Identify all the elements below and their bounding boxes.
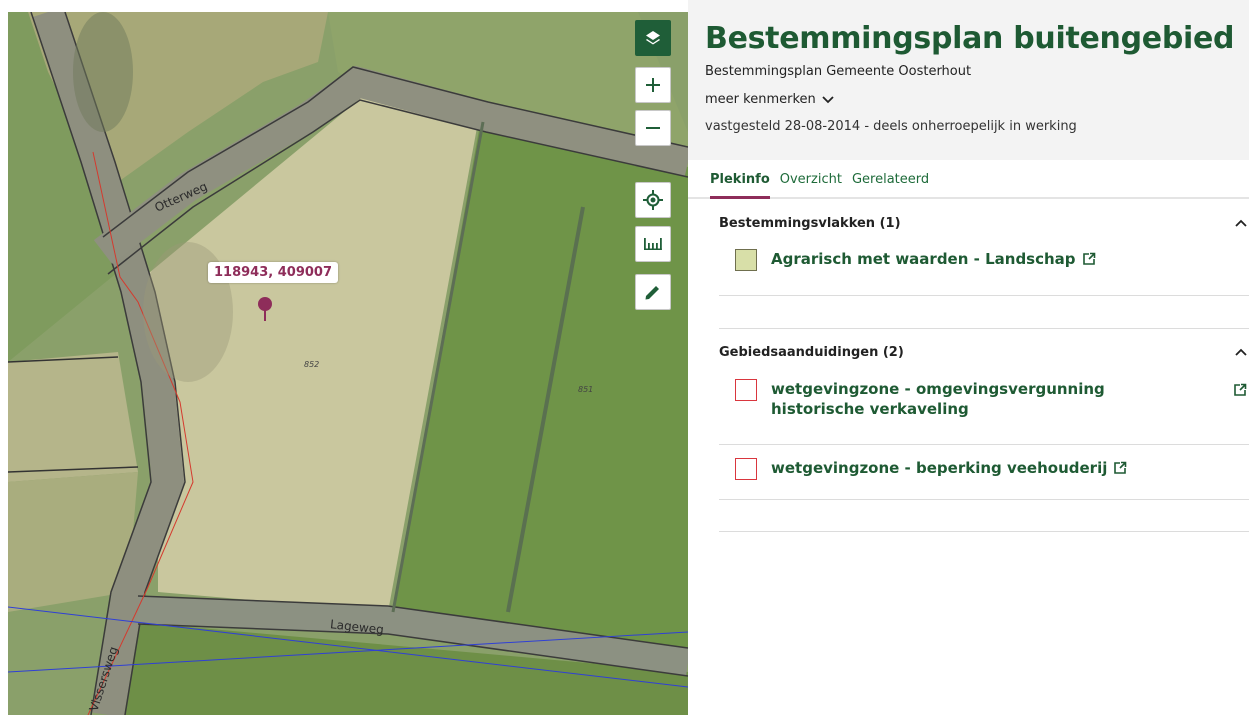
tab-overzicht[interactable]: Overzicht [780, 171, 842, 197]
item-label: wetgevingzone - omgevingsvergunning hist… [771, 380, 1105, 418]
layers-button[interactable] [635, 20, 671, 56]
item-label: wetgevingzone - beperking veehouderij [771, 459, 1108, 477]
section-gebiedsaanduidingen: Gebiedsaanduidingen (2) wetgevingzone - … [719, 337, 1249, 500]
chevron-up-icon [1235, 219, 1247, 227]
zoom-in-button[interactable] [635, 67, 671, 103]
zoom-in-icon [646, 78, 660, 92]
zoom-out-button[interactable] [635, 110, 671, 146]
list-item[interactable]: wetgevingzone - omgevingsvergunning hist… [719, 367, 1249, 445]
plan-subtitle: Bestemmingsplan Gemeente Oosterhout [705, 64, 972, 79]
plan-title: Bestemmingsplan buitengebied [705, 21, 1235, 56]
tab-plekinfo[interactable]: Plekinfo [710, 171, 770, 199]
measure-icon [644, 238, 662, 250]
item-link[interactable]: wetgevingzone - omgevingsvergunning hist… [771, 379, 1171, 419]
coordinate-label: 118943, 409007 [208, 262, 339, 283]
external-link-icon [1114, 461, 1127, 474]
list-item[interactable]: wetgevingzone - beperking veehouderij [719, 445, 1249, 500]
map-view[interactable]: Otterweg Lageweg Vissersweg 852 851 1189… [8, 12, 688, 715]
legend-swatch [735, 249, 757, 271]
locate-button[interactable] [635, 182, 671, 218]
external-link-icon[interactable] [1233, 383, 1247, 397]
plan-status: vastgesteld 28-08-2014 - deels onherroep… [705, 119, 1077, 134]
item-link[interactable]: wetgevingzone - beperking veehouderij [771, 458, 1127, 478]
layers-icon [646, 31, 660, 45]
list-item[interactable]: Agrarisch met waarden - Landschap [719, 238, 1249, 296]
parcel-number-851: 851 [578, 385, 594, 394]
divider [719, 531, 1249, 532]
legend-swatch [735, 458, 757, 480]
pencil-icon [645, 286, 659, 300]
item-label: Agrarisch met waarden - Landschap [771, 250, 1076, 268]
section-title: Gebiedsaanduidingen (2) [719, 344, 904, 360]
divider [719, 328, 1249, 329]
zoom-out-icon [646, 127, 660, 129]
panel-tabs: Plekinfo Overzicht Gerelateerd [688, 171, 1249, 199]
more-properties-toggle[interactable]: meer kenmerken [705, 92, 1249, 107]
info-panel: Bestemmingsplan buitengebied Bestemmings… [688, 0, 1249, 715]
section-title: Bestemmingsvlakken (1) [719, 215, 901, 231]
more-properties-label: meer kenmerken [705, 92, 816, 107]
item-link[interactable]: Agrarisch met waarden - Landschap [771, 249, 1096, 269]
external-link-icon [1082, 252, 1095, 265]
chevron-up-icon [1235, 348, 1247, 356]
aerial-imagery [8, 12, 688, 715]
section-bestemmingsvlakken: Bestemmingsvlakken (1) Agrarisch met waa… [719, 208, 1249, 296]
section-header[interactable]: Bestemmingsvlakken (1) [719, 208, 1249, 238]
locate-icon [643, 190, 663, 210]
section-header[interactable]: Gebiedsaanduidingen (2) [719, 337, 1249, 367]
parcel-number-852: 852 [304, 360, 320, 369]
plan-header: Bestemmingsplan buitengebied Bestemmings… [688, 0, 1249, 160]
chevron-down-icon [822, 95, 834, 103]
tab-gerelateerd[interactable]: Gerelateerd [852, 171, 929, 197]
draw-button[interactable] [635, 274, 671, 310]
legend-swatch [735, 379, 757, 401]
measure-button[interactable] [635, 226, 671, 262]
location-pin-icon [257, 296, 273, 326]
